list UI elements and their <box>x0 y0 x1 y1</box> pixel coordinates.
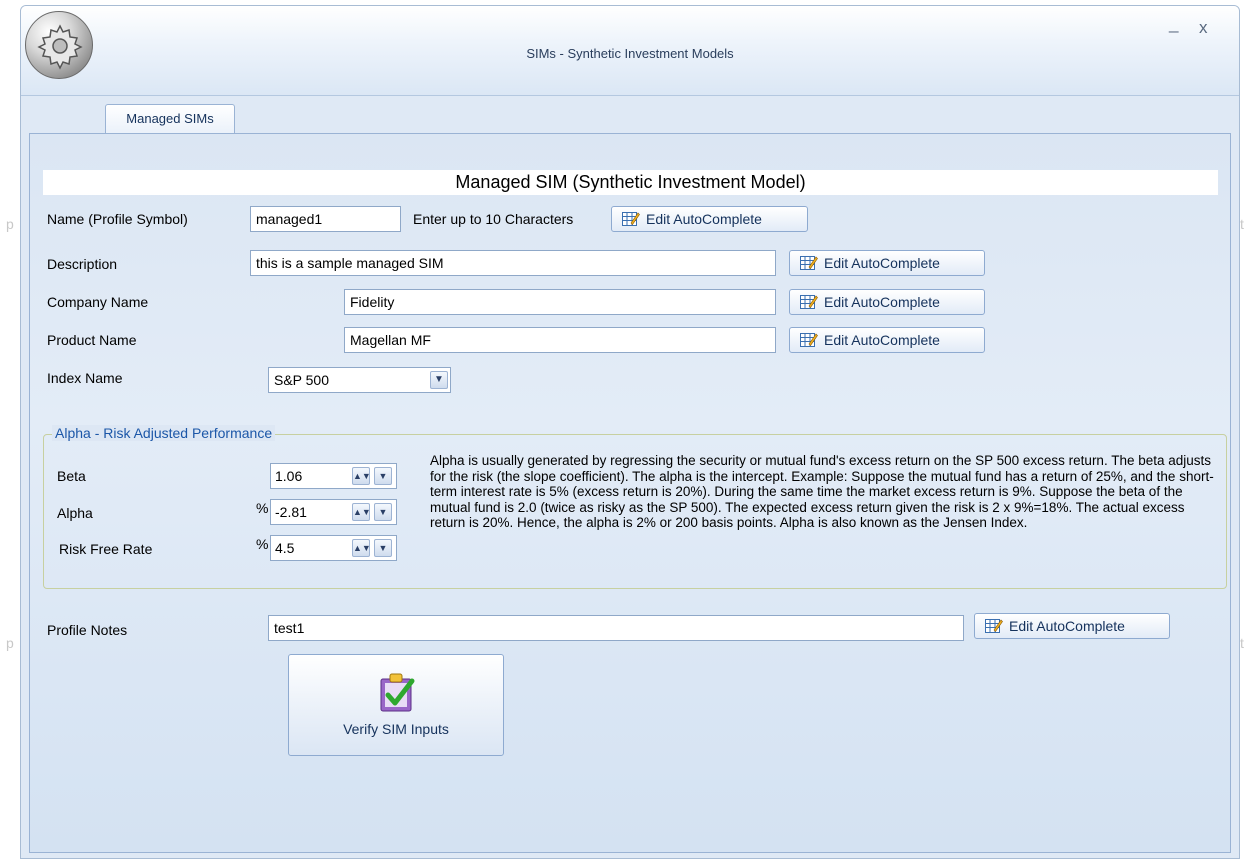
edit-autocomplete-label: Edit AutoComplete <box>646 211 762 227</box>
background-text: p <box>6 635 14 651</box>
alpha-value: -2.81 <box>275 504 307 520</box>
index-name-select[interactable]: S&P 500 ▼ <box>268 367 451 393</box>
close-button[interactable]: x <box>1199 18 1208 38</box>
alpha-percent-symbol: % <box>256 500 269 516</box>
background-text: p <box>6 216 14 232</box>
chevron-down-icon[interactable]: ▼ <box>374 467 392 485</box>
index-name-value: S&P 500 <box>274 372 330 388</box>
risk-free-rate-value: 4.5 <box>275 540 295 556</box>
index-name-label: Index Name <box>47 370 123 386</box>
chevron-down-icon[interactable]: ▼ <box>374 503 392 521</box>
risk-free-rate-label: Risk Free Rate <box>59 541 153 557</box>
app-menu-button[interactable] <box>25 11 93 79</box>
alpha-stepper[interactable]: -2.81 ▲▼ ▼ <box>270 499 397 525</box>
chevron-down-icon[interactable]: ▼ <box>374 539 392 557</box>
edit-autocomplete-button-company[interactable]: Edit AutoComplete <box>789 289 985 315</box>
window-title: SIMs - Synthetic Investment Models <box>526 46 734 61</box>
tab-content: Managed SIM (Synthetic Investment Model)… <box>29 133 1231 853</box>
table-edit-icon <box>800 256 818 270</box>
title-bar: SIMs - Synthetic Investment Models _ x <box>21 6 1239 96</box>
background-text: t <box>1240 216 1244 232</box>
product-name-label: Product Name <box>47 332 137 348</box>
clipboard-check-icon <box>380 673 415 712</box>
up-down-icon[interactable]: ▲▼ <box>352 467 371 485</box>
background-text: t <box>1240 635 1244 651</box>
edit-autocomplete-label: Edit AutoComplete <box>824 332 940 348</box>
name-hint: Enter up to 10 Characters <box>413 211 574 227</box>
name-input[interactable]: managed1 <box>250 206 401 232</box>
verify-sim-inputs-button[interactable]: Verify SIM Inputs <box>288 654 504 756</box>
edit-autocomplete-button-name[interactable]: Edit AutoComplete <box>611 206 808 232</box>
verify-sim-inputs-label: Verify SIM Inputs <box>343 721 449 737</box>
risk-free-rate-stepper[interactable]: 4.5 ▲▼ ▼ <box>270 535 397 561</box>
product-name-input[interactable]: Magellan MF <box>344 327 776 353</box>
up-down-icon[interactable]: ▲▼ <box>352 503 371 521</box>
minimize-button[interactable]: _ <box>1169 14 1178 34</box>
alpha-explanation: Alpha is usually generated by regressing… <box>430 453 1214 530</box>
beta-label: Beta <box>57 468 86 484</box>
company-name-label: Company Name <box>47 294 149 310</box>
edit-autocomplete-label: Edit AutoComplete <box>1009 618 1125 634</box>
profile-notes-label: Profile Notes <box>47 622 128 638</box>
name-label: Name (Profile Symbol) <box>47 211 188 227</box>
up-down-icon[interactable]: ▲▼ <box>352 539 371 557</box>
app-window: SIMs - Synthetic Investment Models _ x M… <box>20 5 1240 859</box>
company-name-input[interactable]: Fidelity <box>344 289 776 315</box>
description-label: Description <box>47 256 118 272</box>
edit-autocomplete-button-description[interactable]: Edit AutoComplete <box>789 250 985 276</box>
tab-managed-sims[interactable]: Managed SIMs <box>105 104 235 134</box>
beta-stepper[interactable]: 1.06 ▲▼ ▼ <box>270 463 397 489</box>
edit-autocomplete-button-product[interactable]: Edit AutoComplete <box>789 327 985 353</box>
chevron-down-icon[interactable]: ▼ <box>430 371 448 389</box>
risk-free-percent-symbol: % <box>256 536 269 552</box>
edit-autocomplete-label: Edit AutoComplete <box>824 294 940 310</box>
beta-value: 1.06 <box>275 468 303 484</box>
alpha-group-title: Alpha - Risk Adjusted Performance <box>52 425 276 441</box>
alpha-label: Alpha <box>57 505 93 521</box>
edit-autocomplete-button-notes[interactable]: Edit AutoComplete <box>974 613 1170 639</box>
table-edit-icon <box>622 212 640 226</box>
description-input[interactable]: this is a sample managed SIM <box>250 250 776 276</box>
section-header: Managed SIM (Synthetic Investment Model) <box>43 170 1218 195</box>
alpha-group: Alpha - Risk Adjusted Performance Beta 1… <box>43 425 1227 589</box>
edit-autocomplete-label: Edit AutoComplete <box>824 255 940 271</box>
table-edit-icon <box>985 619 1003 633</box>
table-edit-icon <box>800 333 818 347</box>
profile-notes-input[interactable]: test1 <box>268 615 964 641</box>
table-edit-icon <box>800 295 818 309</box>
